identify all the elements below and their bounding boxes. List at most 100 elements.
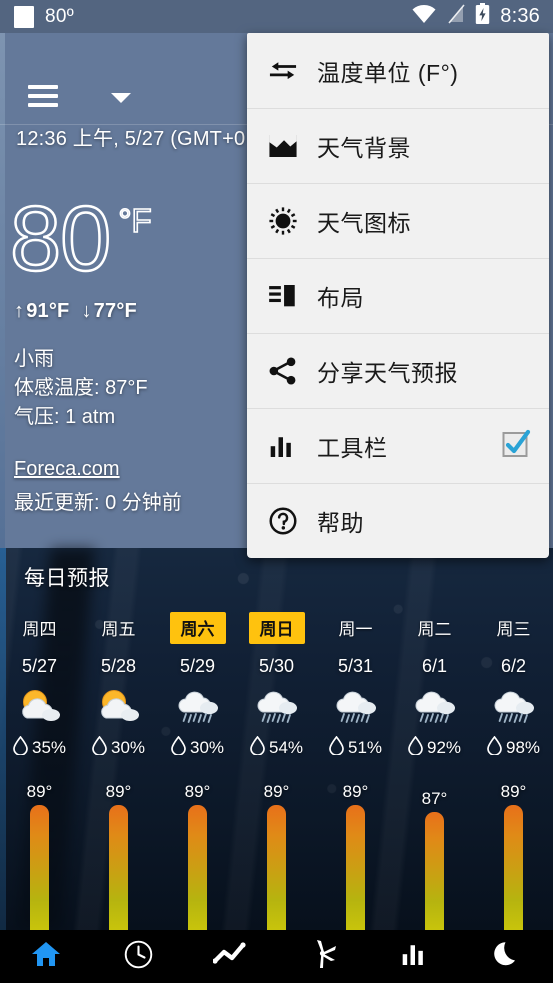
forecast-day-of-week: 周日 — [248, 612, 305, 644]
temperature-bar-column: 87° — [395, 782, 474, 930]
water-drop-icon — [250, 735, 265, 760]
status-bar: 80º 8:36 — [0, 0, 553, 33]
forecast-day-of-week: 周六 — [169, 612, 226, 644]
pressure-text: 气压: 1 atm — [14, 406, 116, 428]
water-drop-icon — [408, 735, 423, 760]
precipitation-value: 92% — [426, 738, 462, 757]
bar-temperature-label: 87° — [421, 789, 448, 808]
forecast-date: 5/30 — [258, 656, 295, 676]
bar-chart-icon — [401, 943, 429, 970]
forecast-date: 6/1 — [421, 656, 448, 676]
status-bar-right: 8:36 — [411, 3, 553, 30]
wind-turbine-icon — [308, 939, 338, 974]
high-temperature-value: 91°F — [26, 300, 70, 322]
bar-temperature-label: 89° — [105, 782, 132, 801]
nav-clock[interactable] — [92, 940, 184, 974]
temperature-bar-column: 89° — [474, 782, 553, 930]
temperature-bar-chart: 89° 89° 89° 89° 89° 87° 89° — [0, 782, 553, 930]
temperature-bar — [30, 805, 49, 930]
rain-cloud-icon — [412, 686, 458, 726]
current-temperature-value: 80 — [9, 188, 113, 290]
menu-item-layout[interactable]: 布局 — [247, 258, 549, 333]
water-drop-icon — [171, 735, 186, 760]
bottom-navigation-bar — [0, 930, 553, 983]
menu-item-swap-arrows[interactable]: 温度单位 (F°) — [247, 33, 549, 108]
forecast-day-column[interactable]: 周三 6/2 98% — [474, 612, 553, 760]
nav-line-chart[interactable] — [184, 942, 276, 971]
menu-item-label: 帮助 — [317, 510, 364, 536]
forecast-date: 5/31 — [337, 656, 374, 676]
precipitation-probability: 30% — [171, 735, 224, 760]
precipitation-value: 98% — [505, 738, 541, 757]
hamburger-line — [28, 85, 58, 89]
forecast-day-column[interactable]: 周六 5/29 30% — [158, 612, 237, 760]
precipitation-value: 54% — [268, 738, 304, 757]
moon-icon — [493, 940, 521, 973]
forecast-day-of-week: 周二 — [417, 620, 452, 639]
precipitation-probability: 54% — [250, 735, 304, 760]
menu-item-label: 天气背景 — [317, 135, 411, 161]
temperature-bar — [109, 805, 128, 930]
menu-item-share[interactable]: 分享天气预报 — [247, 333, 549, 408]
forecast-day-of-week: 周四 — [22, 620, 57, 639]
bar-chart-icon — [269, 435, 303, 458]
help-circle-icon — [269, 507, 303, 535]
menu-item-label: 温度单位 (F°) — [317, 59, 459, 86]
forecast-day-column[interactable]: 周五 5/28 30% — [79, 612, 158, 760]
forecast-day-column[interactable]: 周一 5/31 51% — [316, 612, 395, 760]
menu-item-label: 布局 — [317, 285, 364, 311]
swap-arrows-icon — [269, 62, 303, 79]
precipitation-probability: 30% — [92, 735, 146, 760]
hamburger-menu-icon[interactable] — [28, 85, 58, 107]
forecast-day-column[interactable]: 周日 5/30 54% — [237, 612, 316, 760]
nav-bar-chart[interactable] — [369, 943, 461, 970]
line-chart-icon — [212, 942, 247, 971]
up-arrow-icon: ↑ — [14, 300, 25, 322]
precipitation-value: 30% — [110, 738, 146, 757]
daily-forecast-row: 周四 5/27 35% 周五 5/28 30% 周六 5/29 30% 周日 5… — [0, 612, 553, 760]
home-icon — [31, 940, 61, 973]
precipitation-probability: 98% — [487, 735, 541, 760]
sun-icon — [269, 207, 303, 235]
bar-temperature-label: 89° — [26, 782, 53, 801]
nav-wind-turbine[interactable] — [277, 939, 369, 974]
battery-charging-icon — [475, 3, 490, 30]
nav-home[interactable] — [0, 940, 92, 973]
image-icon — [269, 134, 303, 158]
background-left-rail-top — [0, 33, 5, 548]
precipitation-probability: 92% — [408, 735, 462, 760]
temperature-bar — [346, 805, 365, 930]
menu-item-image[interactable]: 天气背景 — [247, 108, 549, 183]
menu-item-bar-chart[interactable]: 工具栏 — [247, 408, 549, 483]
chevron-down-icon[interactable] — [111, 93, 131, 103]
menu-item-checkbox[interactable] — [501, 429, 531, 464]
daily-forecast-title: 每日预报 — [24, 567, 110, 590]
high-temperature: ↑ 91°F — [14, 300, 69, 323]
menu-item-label: 天气图标 — [317, 210, 411, 236]
layout-icon — [269, 284, 303, 307]
low-temperature-value: 77°F — [93, 300, 137, 322]
precipitation-probability: 35% — [13, 735, 66, 760]
weather-app-screen: 80º 8:36 12:36 上午, 5/27 (GMT+0 80 °F ↑ 9… — [0, 0, 553, 983]
forecast-day-of-week: 周三 — [496, 620, 531, 639]
high-low-temperatures: ↑ 91°F ↓ 77°F — [14, 300, 137, 323]
status-bar-clock: 8:36 — [500, 5, 540, 27]
rain-cloud-icon — [254, 686, 300, 726]
nav-moon[interactable] — [461, 940, 553, 973]
bar-temperature-label: 89° — [342, 782, 369, 801]
status-bar-temperature: 80º — [45, 5, 74, 27]
menu-item-help-circle[interactable]: 帮助 — [247, 483, 549, 558]
menu-item-sun[interactable]: 天气图标 — [247, 183, 549, 258]
temperature-bar — [188, 805, 207, 930]
bar-temperature-label: 89° — [263, 782, 290, 801]
last-updated-text: 最近更新: 0 分钟前 — [14, 492, 182, 514]
share-icon — [269, 357, 303, 385]
signal-off-icon — [447, 4, 465, 29]
current-temperature-block: 80 °F — [9, 188, 153, 290]
forecast-day-column[interactable]: 周二 6/1 92% — [395, 612, 474, 760]
forecast-day-column[interactable]: 周四 5/27 35% — [0, 612, 79, 760]
forecast-date: 5/28 — [100, 656, 137, 676]
overflow-menu: 温度单位 (F°) 天气背景 天气图标 布局 分享天气预报 工具栏 帮助 — [247, 33, 549, 558]
data-source-link[interactable]: Foreca.com — [14, 458, 120, 481]
precipitation-probability: 51% — [329, 735, 382, 760]
